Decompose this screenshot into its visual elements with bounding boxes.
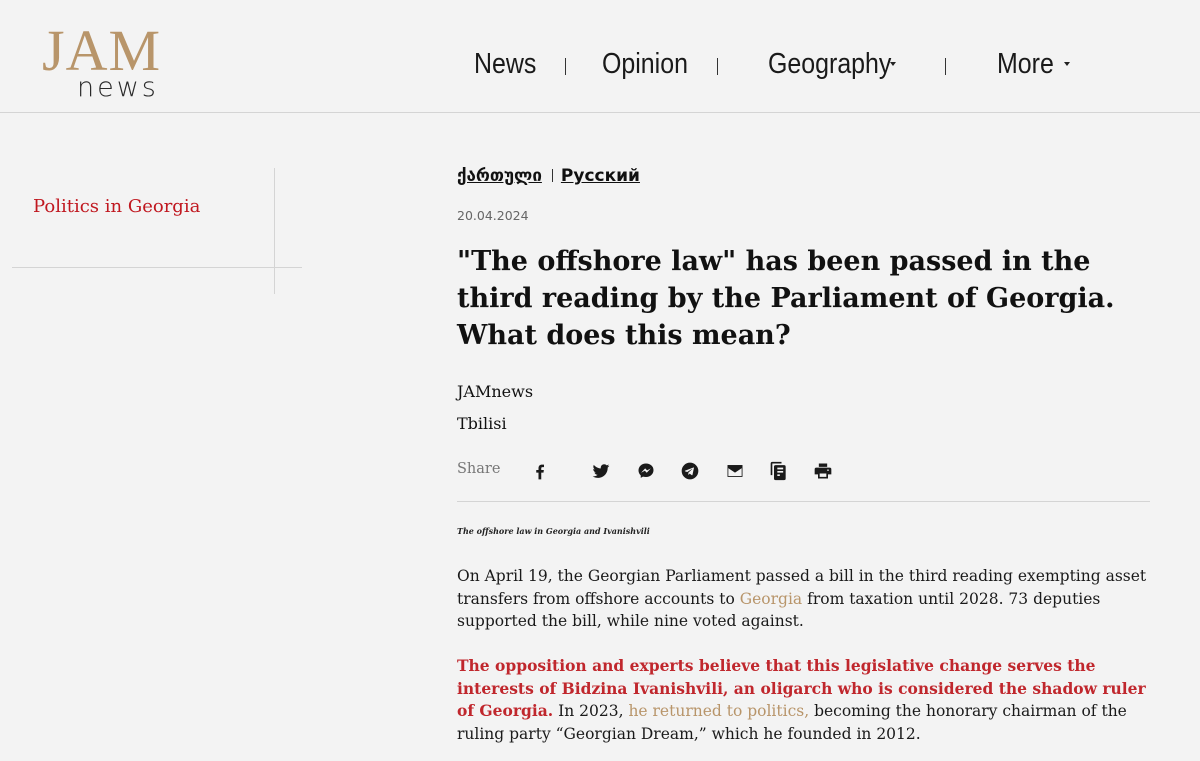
copy-icon[interactable] <box>768 460 790 482</box>
link-georgia[interactable]: Georgia <box>740 590 802 608</box>
facebook-icon[interactable] <box>529 460 551 482</box>
nav-separator <box>945 58 946 75</box>
share-divider <box>457 501 1150 502</box>
article-paragraph-1: On April 19, the Georgian Parliament pas… <box>457 565 1157 633</box>
nav-separator <box>565 58 566 75</box>
sidebar-link-politics-in-georgia[interactable]: Politics in Georgia <box>33 196 200 217</box>
nav-news[interactable]: News <box>474 44 536 84</box>
twitter-icon[interactable] <box>590 460 612 482</box>
article-date: 20.04.2024 <box>457 208 529 223</box>
nav-opinion[interactable]: Opinion <box>602 44 688 84</box>
article-paragraph-2: The opposition and experts believe that … <box>457 655 1157 745</box>
nav-separator <box>717 58 718 75</box>
chevron-down-icon[interactable] <box>1064 62 1070 66</box>
lang-separator <box>551 169 553 182</box>
image-caption: The offshore law in Georgia and Ivanishv… <box>457 526 650 536</box>
article-location: Tbilisi <box>457 414 507 433</box>
article-title: "The offshore law" has been passed in th… <box>457 246 1115 351</box>
messenger-icon[interactable] <box>635 460 657 482</box>
lang-link-russian[interactable]: Русский <box>561 166 640 186</box>
print-icon[interactable] <box>812 460 834 482</box>
article-author[interactable]: JAMnews <box>457 382 533 401</box>
nav-more[interactable]: More <box>997 44 1054 84</box>
jamnews-logo[interactable]: JAM news <box>42 22 182 103</box>
language-switcher: ქართული Русский <box>457 166 640 186</box>
sidebar-divider <box>274 168 275 294</box>
share-label: Share <box>457 461 501 477</box>
nav-geography[interactable]: Geography <box>768 44 891 84</box>
email-icon[interactable] <box>724 460 746 482</box>
paragraph-text: In 2023, <box>553 702 629 720</box>
link-returned-to-politics[interactable]: he returned to politics, <box>628 702 809 720</box>
telegram-icon[interactable] <box>679 460 701 482</box>
chevron-down-icon[interactable] <box>890 62 896 66</box>
site-header: JAM news News Opinion Geography More <box>0 0 1200 113</box>
logo-news-text: news <box>77 72 159 103</box>
lang-link-georgian[interactable]: ქართული <box>457 166 542 186</box>
sidebar-divider <box>12 267 302 268</box>
